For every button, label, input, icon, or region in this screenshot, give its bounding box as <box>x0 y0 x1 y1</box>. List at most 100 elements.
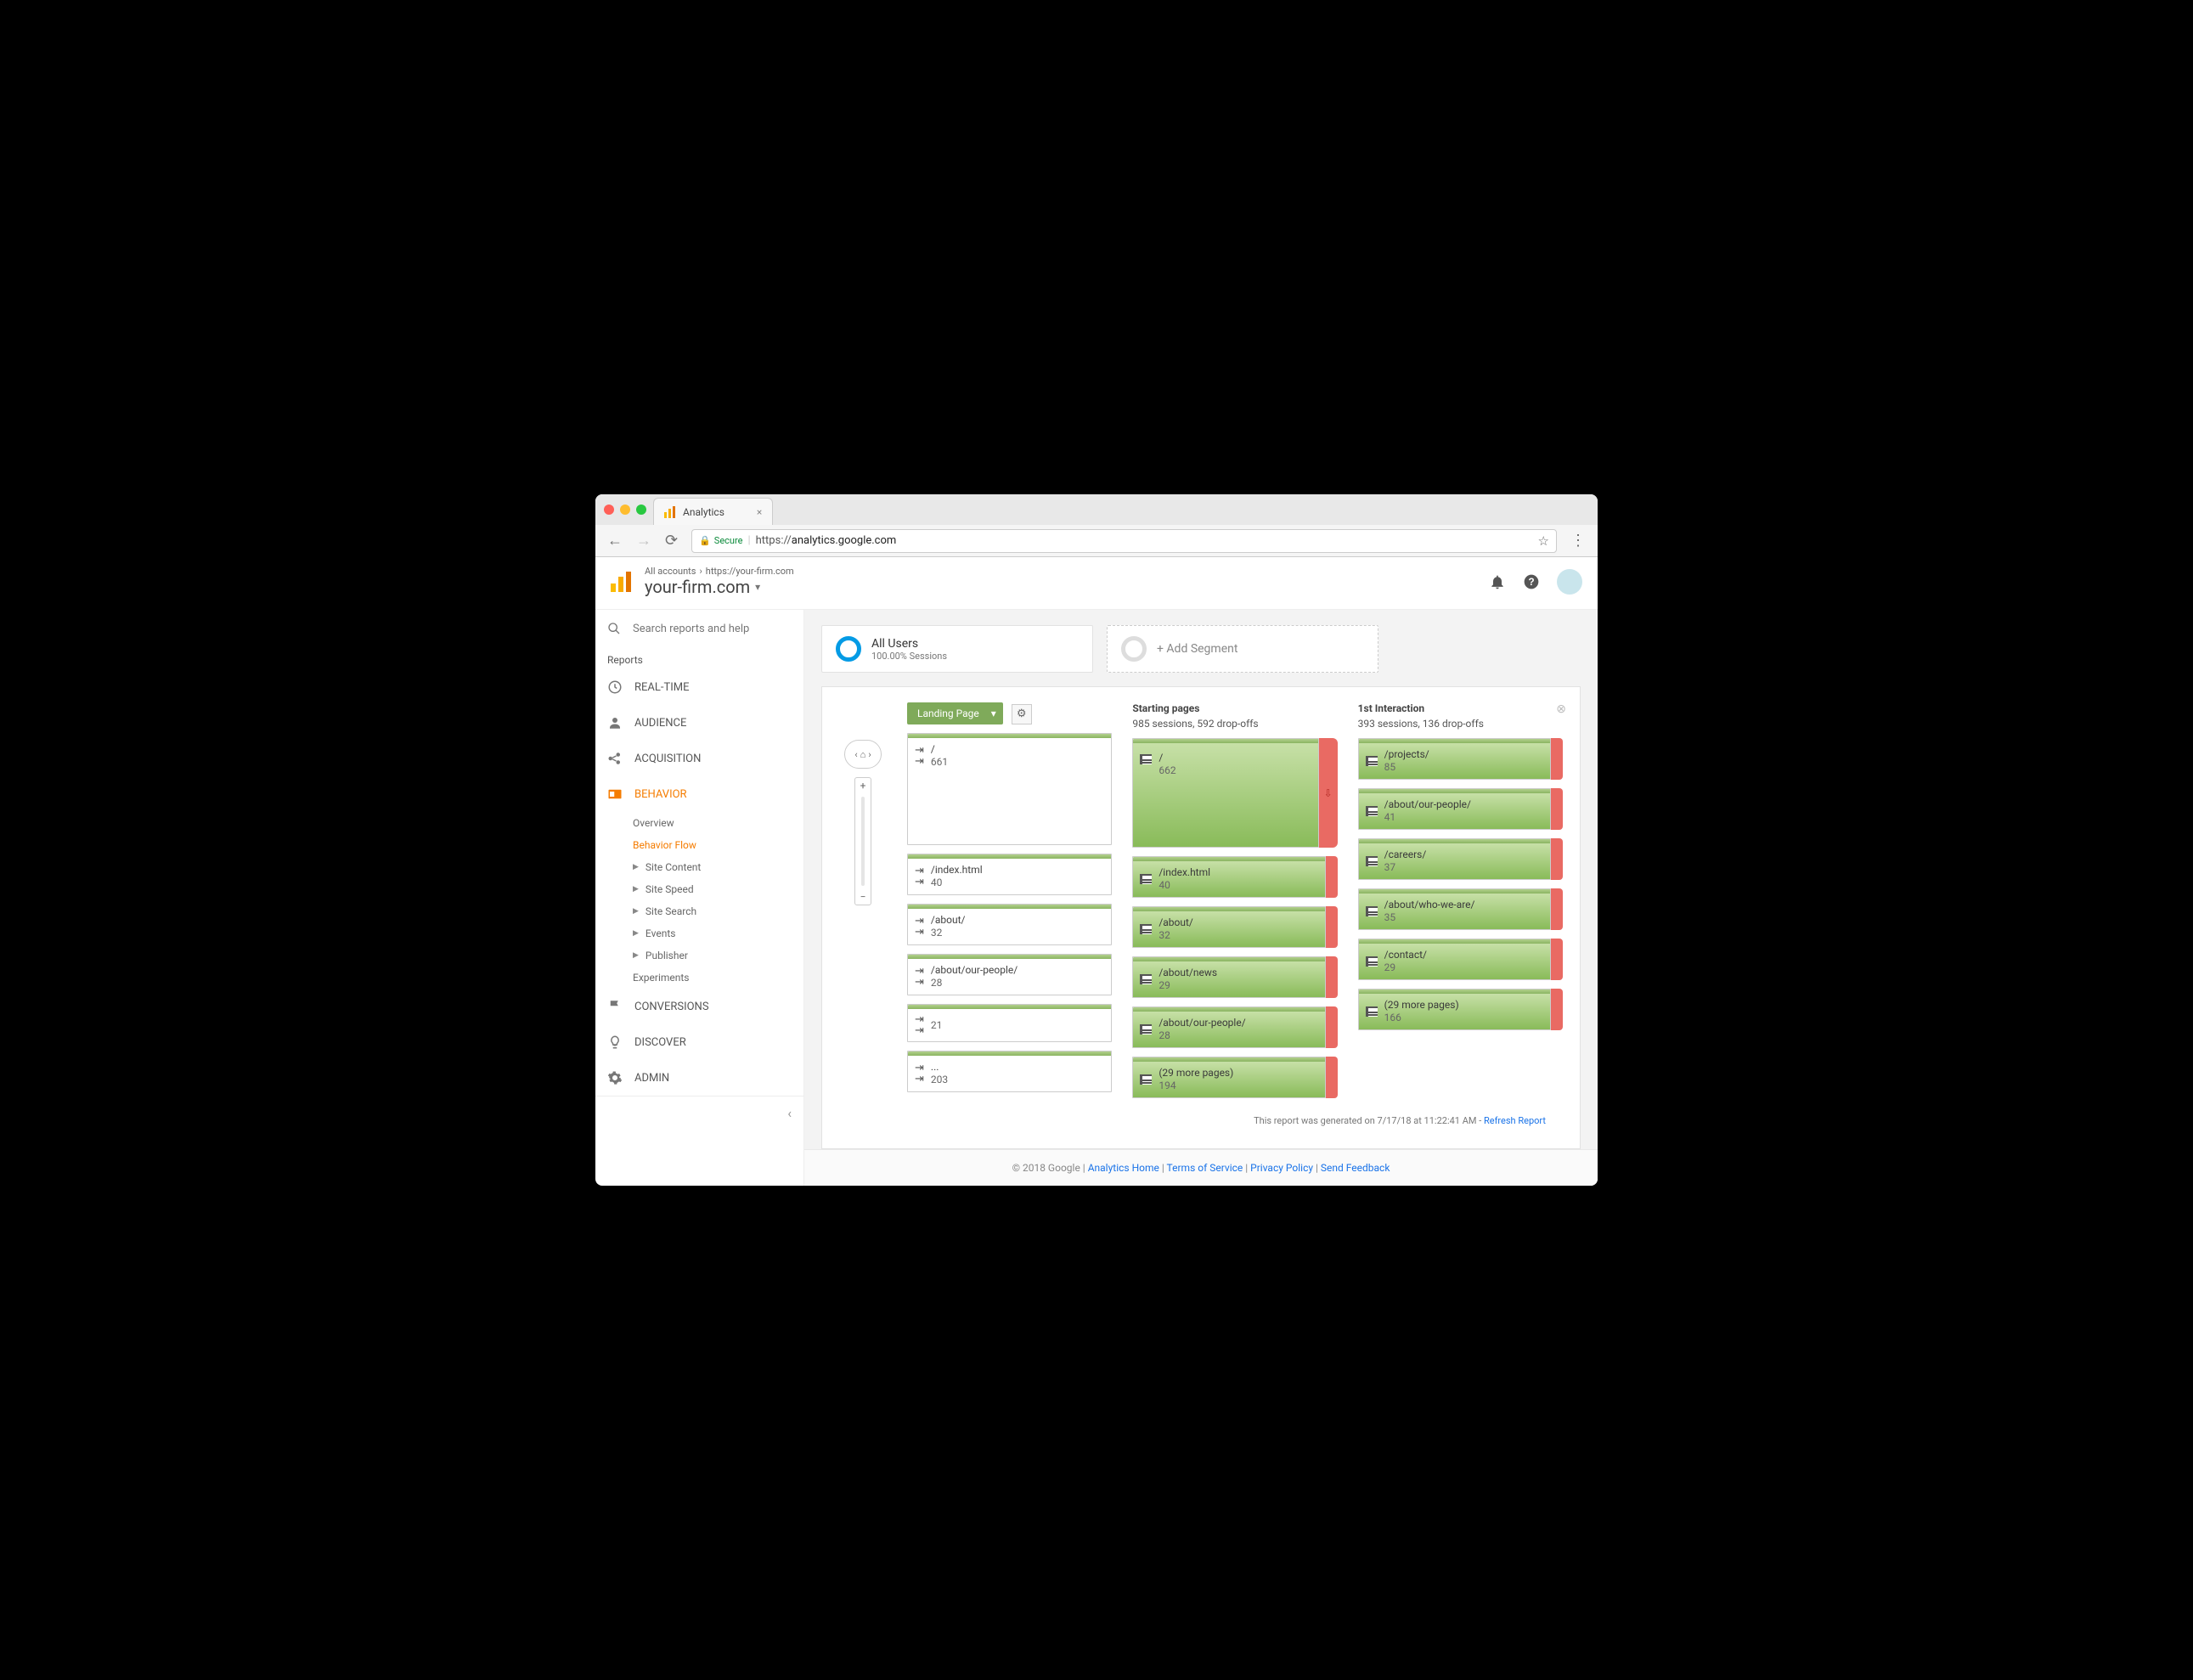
ga-logo-icon <box>609 570 633 594</box>
url-input[interactable]: 🔒 Secure | https://analytics.google.com … <box>691 529 1557 553</box>
subnav-experiments[interactable]: Experiments <box>633 967 803 989</box>
column-title: 1st Interaction <box>1358 702 1563 714</box>
back-button[interactable]: ← <box>607 532 623 550</box>
flow-node[interactable]: /about/news29 <box>1132 956 1325 998</box>
forward-button[interactable]: → <box>636 532 651 550</box>
subnav-site-search[interactable]: ▶Site Search <box>633 900 803 922</box>
minimize-window-icon[interactable] <box>620 505 630 515</box>
refresh-report-link[interactable]: Refresh Report <box>1484 1115 1546 1126</box>
sidebar-label: AUDIENCE <box>634 717 686 730</box>
zoom-in-button[interactable]: + <box>860 778 866 793</box>
sidebar-item-realtime[interactable]: REAL-TIME <box>595 669 803 705</box>
footer-link-home[interactable]: Analytics Home <box>1088 1162 1159 1174</box>
address-bar: ← → ⟳ 🔒 Secure | https://analytics.googl… <box>595 525 1598 557</box>
sidebar-label: DISCOVER <box>634 1036 686 1049</box>
reload-button[interactable]: ⟳ <box>665 532 678 550</box>
tab-title: Analytics <box>683 506 724 518</box>
breadcrumb[interactable]: All accounts › https://your-firm.com <box>645 566 794 577</box>
lock-icon: 🔒 Secure <box>699 535 742 546</box>
behavior-icon <box>607 786 623 802</box>
bookmark-icon[interactable]: ☆ <box>1538 533 1549 549</box>
zoom-window-icon[interactable] <box>636 505 646 515</box>
breadcrumb-root[interactable]: All accounts <box>645 566 696 577</box>
segment-all-users[interactable]: All Users 100.00% Sessions <box>821 625 1093 673</box>
settings-icon[interactable]: ⚙ <box>1012 704 1032 724</box>
flow-node[interactable]: /about/who-we-are/35 <box>1358 888 1551 930</box>
flow-column-starting: Starting pages 985 sessions, 592 drop-of… <box>1132 702 1337 1107</box>
subnav-overview[interactable]: Overview <box>633 812 803 834</box>
secure-label: Secure <box>714 535 743 546</box>
flow-node[interactable]: ⇥⇥ /about/our-people/28 <box>907 954 1112 995</box>
browser-tab[interactable]: Analytics × <box>653 498 773 525</box>
flow-node[interactable]: /projects/85 <box>1358 738 1551 780</box>
sidebar-item-audience[interactable]: AUDIENCE <box>595 705 803 741</box>
flow-node[interactable]: /careers/37 <box>1358 838 1551 880</box>
sidebar-item-conversions[interactable]: CONVERSIONS <box>595 989 803 1024</box>
footer-link-tos[interactable]: Terms of Service <box>1167 1162 1243 1174</box>
flow-node[interactable]: ⇥⇥ /index.html40 <box>907 854 1112 895</box>
sidebar: Search reports and help Reports REAL-TIM… <box>595 610 804 1186</box>
dropoff-indicator <box>1326 1006 1338 1048</box>
subnav-behavior-flow[interactable]: Behavior Flow <box>633 834 803 856</box>
flow-node[interactable]: /about/our-people/41 <box>1358 788 1551 830</box>
footer-link-privacy[interactable]: Privacy Policy <box>1250 1162 1313 1174</box>
zoom-out-button[interactable]: − <box>860 889 866 905</box>
close-window-icon[interactable] <box>604 505 614 515</box>
sidebar-label: ADMIN <box>634 1072 669 1085</box>
property-selector[interactable]: your-firm.com ▾ <box>645 577 794 597</box>
page-icon <box>1366 1004 1378 1020</box>
page-icon <box>1366 803 1378 820</box>
zoom-slider[interactable] <box>861 797 865 886</box>
subnav-site-speed[interactable]: ▶Site Speed <box>633 878 803 900</box>
url-text: https://analytics.google.com <box>756 534 897 547</box>
segment-subtitle: 100.00% Sessions <box>871 651 947 662</box>
flow-node[interactable]: ⇥⇥ /661 <box>907 733 1112 845</box>
remove-column-icon[interactable]: ⊗ <box>1556 702 1566 716</box>
flow-node[interactable]: ⇥⇥ /about/32 <box>907 904 1112 945</box>
sidebar-item-admin[interactable]: ADMIN <box>595 1060 803 1096</box>
user-avatar[interactable] <box>1557 569 1582 595</box>
flow-home-button[interactable]: ‹⌂› <box>844 740 882 769</box>
sidebar-item-discover[interactable]: DISCOVER <box>595 1024 803 1060</box>
collapse-sidebar-button[interactable]: ‹ <box>595 1096 803 1130</box>
flow-node[interactable]: /about/32 <box>1132 906 1325 948</box>
subnav-events[interactable]: ▶Events <box>633 922 803 944</box>
main-content: All Users 100.00% Sessions + Add Segment… <box>804 610 1598 1186</box>
behavior-subnav: Overview Behavior Flow ▶Site Content ▶Si… <box>595 812 803 989</box>
help-icon[interactable]: ? <box>1523 573 1540 590</box>
caret-icon: ▶ <box>633 863 639 871</box>
notifications-icon[interactable] <box>1489 573 1506 590</box>
flow-node[interactable]: /contact/29 <box>1358 939 1551 980</box>
reports-section-label: Reports <box>595 647 803 669</box>
flow-node[interactable]: /about/our-people/28 <box>1132 1006 1325 1048</box>
breadcrumb-property[interactable]: https://your-firm.com <box>706 566 794 577</box>
sidebar-item-behavior[interactable]: BEHAVIOR <box>595 776 803 812</box>
flow-node[interactable]: (29 more pages)194 <box>1132 1057 1325 1098</box>
flow-node[interactable]: /index.html40 <box>1132 856 1325 898</box>
clock-icon <box>607 679 623 695</box>
flow-node[interactable]: /662 <box>1132 738 1318 848</box>
footer-link-feedback[interactable]: Send Feedback <box>1321 1162 1390 1174</box>
browser-window: Analytics × ← → ⟳ 🔒 Secure | https://ana… <box>595 494 1598 1186</box>
flow-node[interactable]: ⇥⇥ ...203 <box>907 1051 1112 1092</box>
tab-close-icon[interactable]: × <box>757 506 762 518</box>
sidebar-item-acquisition[interactable]: ACQUISITION <box>595 741 803 776</box>
bulb-icon <box>607 1034 623 1050</box>
landing-page-selector[interactable]: Landing Page <box>907 702 1003 724</box>
flow-node[interactable]: (29 more pages)166 <box>1358 989 1551 1030</box>
page-icon <box>1140 871 1152 888</box>
browser-menu-icon[interactable]: ⋮ <box>1570 532 1586 550</box>
page-icon <box>1140 972 1152 988</box>
subnav-publisher[interactable]: ▶Publisher <box>633 944 803 967</box>
dropoff-indicator <box>1551 838 1563 880</box>
dropoff-indicator <box>1326 956 1338 998</box>
chevron-right-icon: › <box>699 566 702 577</box>
report-timestamp: This report was generated on 7/17/18 at … <box>1254 1115 1484 1126</box>
flow-node[interactable]: ⇥⇥ 21 <box>907 1004 1112 1042</box>
add-segment-button[interactable]: + Add Segment <box>1107 625 1378 673</box>
sidebar-search[interactable]: Search reports and help <box>595 610 803 647</box>
subnav-site-content[interactable]: ▶Site Content <box>633 856 803 878</box>
column-title: Starting pages <box>1132 702 1337 714</box>
arrow-icon: ⇥⇥ <box>915 745 924 767</box>
window-controls[interactable] <box>604 505 646 515</box>
